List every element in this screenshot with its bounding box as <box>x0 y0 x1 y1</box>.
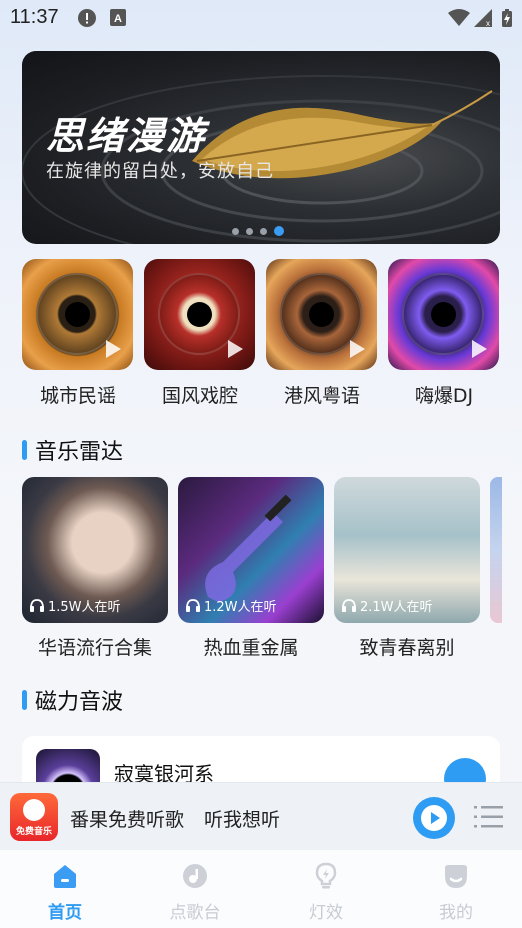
playlist-card[interactable]: 1.5W人在听 华语流行合集 <box>22 477 168 660</box>
app-logo-text: 免费音乐 <box>15 827 52 837</box>
svg-text:x: x <box>486 19 490 27</box>
playlist-queue-icon[interactable] <box>474 803 504 831</box>
section-title: 磁力音波 <box>35 690 124 715</box>
app-logo-mark <box>23 799 45 821</box>
play-icon <box>350 340 365 358</box>
playlist-label: 致青春离别 <box>359 637 455 659</box>
lightbulb-icon <box>315 862 337 889</box>
wifi-icon <box>448 9 470 31</box>
status-time: 11:37 <box>10 6 59 28</box>
hero-banner[interactable]: 思绪漫游 在旋律的留白处，安放自己 <box>22 51 500 244</box>
keyboard-icon: A <box>110 9 126 30</box>
section-header-radar: 音乐雷达 <box>22 434 123 466</box>
banner-subtitle: 在旋律的留白处，安放自己 <box>46 161 274 182</box>
listener-count: 2.1W人在听 <box>360 600 433 615</box>
section-title: 音乐雷达 <box>35 440 124 465</box>
nav-request[interactable]: 点歌台 <box>130 850 260 928</box>
listener-count: 1.5W人在听 <box>48 600 121 615</box>
playlist-label: 热血重金属 <box>203 637 299 659</box>
playlist-card[interactable]: 1.2W人在听 热血重金属 <box>178 477 324 660</box>
svg-text:A: A <box>114 13 122 25</box>
play-icon <box>228 340 243 358</box>
playlist-label: 华语流行合集 <box>37 637 152 659</box>
section-header-waves: 磁力音波 <box>22 684 123 716</box>
category-opera[interactable]: 国风戏腔 <box>144 259 256 408</box>
category-folk[interactable]: 城市民谣 <box>22 259 134 408</box>
playlist-cover: 1.2W人在听 <box>178 477 324 623</box>
section-accent-bar <box>22 690 27 710</box>
listener-count: 1.2W人在听 <box>204 600 277 615</box>
section-accent-bar <box>22 440 27 460</box>
signal-icon: x <box>474 9 492 31</box>
dj-disc-icon <box>388 259 499 370</box>
category-cantonese[interactable]: 港风粤语 <box>266 259 378 408</box>
mini-play-button[interactable] <box>413 797 455 839</box>
nav-label: 灯效 <box>309 903 343 923</box>
bottom-nav: 首页 点歌台 灯效 我的 <box>0 850 522 928</box>
opera-disc-icon <box>144 259 255 370</box>
category-dj[interactable]: 嗨爆DJ <box>388 259 500 408</box>
cantonese-disc-icon <box>266 259 377 370</box>
headphones-icon <box>186 599 200 612</box>
home-icon <box>54 865 76 888</box>
pagination-dot[interactable] <box>232 227 239 235</box>
play-icon <box>106 340 121 358</box>
folk-guitar-disc-icon <box>22 259 133 370</box>
playlist-card-peek[interactable] <box>490 477 502 623</box>
category-label: 港风粤语 <box>283 385 360 407</box>
status-bar: 11:37 A x <box>0 0 522 36</box>
music-note-icon <box>183 864 207 888</box>
play-icon <box>472 340 487 358</box>
mini-player-title: 番果免费听歌 听我想听 <box>70 809 281 831</box>
nav-lights[interactable]: 灯效 <box>261 850 391 928</box>
headphones-icon <box>30 599 44 612</box>
nav-home[interactable]: 首页 <box>0 850 130 928</box>
category-label: 国风戏腔 <box>161 385 238 407</box>
nav-label: 我的 <box>439 903 473 923</box>
mini-player[interactable]: 免费音乐 番果免费听歌 听我想听 <box>0 782 522 850</box>
alert-icon <box>78 9 96 31</box>
category-label: 嗨爆DJ <box>414 385 474 407</box>
banner-title: 思绪漫游 <box>46 114 207 158</box>
pagination-dot[interactable] <box>246 227 253 235</box>
profile-icon <box>445 865 467 888</box>
app-logo: 免费音乐 <box>10 793 58 841</box>
playlist-card[interactable]: 2.1W人在听 致青春离别 <box>334 477 480 660</box>
playlist-cover: 1.5W人在听 <box>22 477 168 623</box>
category-label: 城市民谣 <box>39 385 116 407</box>
headphones-icon <box>342 599 356 612</box>
nav-profile[interactable]: 我的 <box>391 850 521 928</box>
nav-label: 首页 <box>48 903 82 923</box>
pagination-dot-active[interactable] <box>274 226 284 236</box>
play-icon <box>421 805 447 831</box>
nav-label: 点歌台 <box>169 903 221 923</box>
battery-icon <box>502 9 512 31</box>
banner-pagination <box>232 226 284 236</box>
playlist-cover: 2.1W人在听 <box>334 477 480 623</box>
pagination-dot[interactable] <box>260 227 267 235</box>
